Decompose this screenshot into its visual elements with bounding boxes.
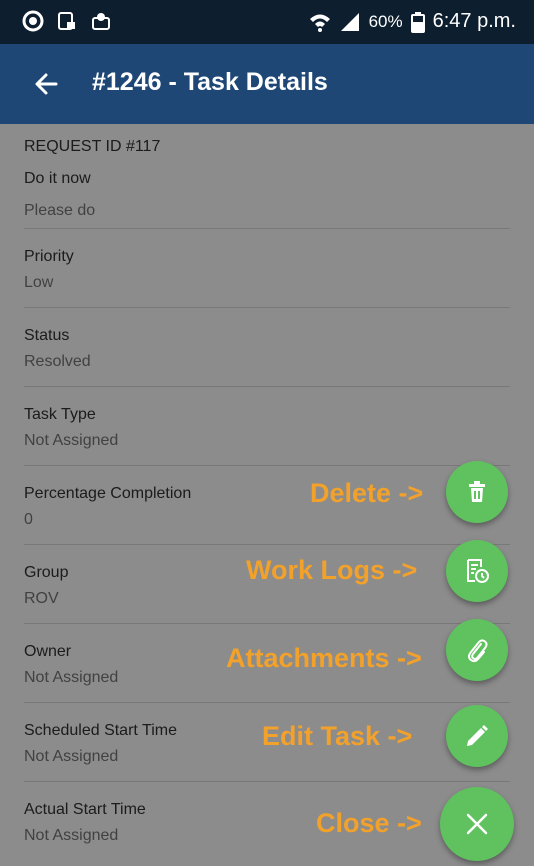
trash-icon	[469, 481, 485, 502]
delete-button[interactable]	[446, 461, 508, 523]
log-clock-icon	[467, 559, 489, 583]
pencil-icon	[467, 725, 488, 746]
status-bar-system: 60% 6:47 p.m.	[309, 10, 516, 33]
screenshot-icon	[58, 12, 75, 30]
app-notification-icon	[92, 13, 110, 30]
battery-icon	[410, 11, 425, 33]
clock: 6:47 p.m.	[432, 10, 516, 32]
close-annotation: Close ->	[316, 808, 422, 838]
close-button[interactable]	[440, 787, 514, 861]
delete-annotation: Delete ->	[310, 478, 424, 508]
work-logs-annotation: Work Logs ->	[246, 555, 418, 585]
attachments-annotation: Attachments ->	[226, 643, 422, 673]
attachments-button[interactable]	[446, 619, 508, 681]
record-icon	[22, 10, 44, 32]
status-bar: 60% 6:47 p.m.	[0, 0, 534, 44]
close-icon	[466, 813, 488, 835]
status-bar-notifications	[22, 10, 112, 32]
paperclip-icon	[468, 639, 488, 663]
signal-icon	[340, 12, 359, 31]
app-bar: #1246 - Task Details	[0, 44, 534, 124]
battery-percentage: 60%	[368, 11, 403, 31]
arrow-left-icon[interactable]	[30, 68, 62, 100]
edit-task-button[interactable]	[446, 705, 508, 767]
work-logs-button[interactable]	[446, 540, 508, 602]
wifi-icon	[309, 14, 330, 32]
page-title: #1246 - Task Details	[92, 68, 328, 96]
edit-task-annotation: Edit Task ->	[262, 721, 413, 751]
